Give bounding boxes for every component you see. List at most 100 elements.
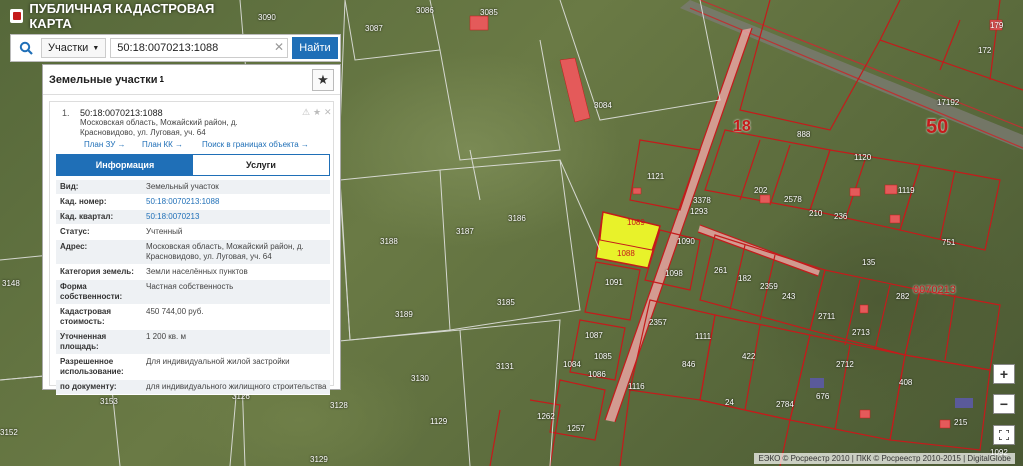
prop-row: Разрешенное использование: Для индивидуал…	[56, 355, 330, 380]
prop-key: Категория земель:	[60, 267, 134, 276]
prop-value-link[interactable]: 50:18:0070213	[146, 212, 330, 222]
parcel-label: 282	[896, 292, 910, 301]
parcel-label: 179	[990, 21, 1004, 30]
parcel-label: 2578	[784, 195, 802, 204]
parcel-label: 2713	[852, 328, 870, 337]
prop-row: по документу: для индивидуального жилищно…	[56, 380, 330, 395]
search-icon[interactable]	[11, 35, 41, 61]
logo-icon	[10, 9, 24, 23]
parcel-label: 3131	[496, 362, 514, 371]
parcel-label: 3148	[2, 279, 20, 288]
prop-row: Уточненная площадь: 1 200 кв. м	[56, 330, 330, 355]
tab-info[interactable]: Информация	[57, 155, 193, 175]
parcel-label: 24	[725, 398, 734, 407]
parcel-label: 2711	[818, 312, 836, 321]
results-title: Земельные участки	[49, 73, 158, 86]
app-title: ПУБЛИЧНАЯ КАДАСТРОВАЯ КАРТА	[29, 1, 215, 31]
parcel-label: 2359	[760, 282, 778, 291]
parcel-label: 751	[942, 238, 956, 247]
parcel-label: 422	[742, 352, 756, 361]
results-count: 1	[159, 75, 164, 84]
close-icon[interactable]: ✕	[324, 107, 332, 118]
prop-key: Разрешенное использование:	[60, 357, 124, 376]
parcel-label: 2357	[649, 318, 667, 327]
prop-value: Для индивидуальной жилой застройки	[146, 357, 290, 366]
prop-row: Категория земель: Земли населённых пункто…	[56, 265, 330, 280]
parcel-label: 676	[816, 392, 830, 401]
parcel-label: 3128	[330, 401, 348, 410]
parcel-label: 1262	[537, 412, 555, 421]
chevron-down-icon: ▼	[92, 44, 100, 52]
search-type-select[interactable]: Участки ▼	[41, 38, 107, 58]
prop-row: Кад. номер: 50:18:0070213:1088	[56, 195, 330, 210]
parcel-label: 1116	[628, 382, 645, 391]
parcel-label: 182	[738, 274, 752, 283]
zoom-in-button[interactable]: +	[993, 364, 1015, 384]
prop-value: Московская область, Можайский район, д. …	[146, 242, 304, 261]
property-table: Вид: Земельный участок Кад. номер: 50:18:0…	[56, 180, 330, 395]
parcel-label: 3185	[497, 298, 515, 307]
find-button[interactable]: Найти	[292, 37, 338, 59]
parcel-label: 1086	[588, 370, 606, 379]
prop-value: Частная собственность	[146, 282, 234, 291]
prop-row: Статус: Учтенный	[56, 225, 330, 240]
fullscreen-icon[interactable]	[993, 425, 1015, 445]
parcel-label: 1121	[647, 172, 665, 181]
app-header: ПУБЛИЧНАЯ КАДАСТРОВАЯ КАРТА	[0, 0, 250, 32]
search-bounds-link[interactable]: Поиск в границах объекта →	[202, 140, 309, 149]
cadastral-quarter-label: 0070213	[913, 284, 956, 296]
parcel-label: 3084	[594, 101, 612, 110]
plan-kk-link[interactable]: План КК →	[142, 140, 183, 149]
plan-zu-link[interactable]: План ЗУ →	[84, 140, 126, 149]
result-index: 1.	[62, 108, 70, 118]
close-icon[interactable]: ✕	[274, 40, 284, 54]
prop-value-link[interactable]: 50:18:0070213:1088	[146, 197, 330, 207]
prop-value: 450 744,00 руб.	[146, 307, 204, 316]
results-header: Земельные участки 1	[43, 65, 340, 95]
map-attribution: ЕЭКО © Росреестр 2010 | ПКК © Росреестр …	[754, 453, 1015, 464]
warning-icon[interactable]: ⚠	[302, 107, 310, 118]
search-input[interactable]	[110, 38, 288, 58]
parcel-label: 3129	[310, 455, 328, 464]
star-icon[interactable]: ★	[313, 107, 321, 118]
tab-services[interactable]: Услуги	[193, 155, 329, 175]
parcel-label-selected[interactable]: 1088	[617, 249, 635, 258]
search-bar: Участки ▼ ✕ Найти	[10, 34, 341, 62]
parcel-label: 888	[797, 130, 811, 139]
parcel-label: 3130	[411, 374, 429, 383]
parcel-label: 1084	[563, 360, 581, 369]
prop-row: Вид: Земельный участок	[56, 180, 330, 195]
parcel-label: 3378	[693, 196, 711, 205]
prop-key: Кад. номер:	[60, 197, 107, 206]
parcel-label: 3189	[395, 310, 413, 319]
prop-row: Форма собственности: Частная собственност…	[56, 280, 330, 305]
favorites-star-button[interactable]: ★	[312, 69, 334, 91]
parcel-label: 1111	[695, 332, 712, 341]
result-address: Московская область, Можайский район, д. …	[80, 118, 238, 137]
parcel-label: 172	[978, 46, 992, 55]
zoom-out-button[interactable]: −	[993, 394, 1015, 414]
prop-key: Форма собственности:	[60, 282, 123, 301]
parcel-label: 1090	[677, 237, 695, 246]
prop-row: Кадастровая стоимость: 450 744,00 руб.	[56, 305, 330, 330]
prop-key: по документу:	[60, 382, 117, 391]
parcel-label: 3187	[456, 227, 474, 236]
parcel-label: 3153	[100, 397, 118, 406]
parcel-label: 3085	[480, 8, 498, 17]
prop-value: Земли населённых пунктов	[146, 267, 248, 276]
parcel-label: 3086	[416, 6, 434, 15]
parcel-label: 3186	[508, 214, 526, 223]
parcel-label: 1091	[605, 278, 623, 287]
parcel-label: 3152	[0, 428, 18, 437]
prop-value: 1 200 кв. м	[146, 332, 186, 341]
search-type-label: Участки	[48, 42, 89, 54]
results-panel: Земельные участки 1 ★ 1. 50:18:0070213:1…	[42, 64, 341, 395]
parcel-label: 408	[899, 378, 913, 387]
parcel-label: 202	[754, 186, 768, 195]
prop-row: Кад. квартал: 50:18:0070213	[56, 210, 330, 225]
result-item[interactable]: 1. 50:18:0070213:1088 Московская область…	[49, 101, 334, 395]
parcel-label: 3090	[258, 13, 276, 22]
result-cad-number[interactable]: 50:18:0070213:1088	[80, 108, 163, 118]
parcel-label: 236	[834, 212, 848, 221]
parcel-label: 1087	[585, 331, 603, 340]
